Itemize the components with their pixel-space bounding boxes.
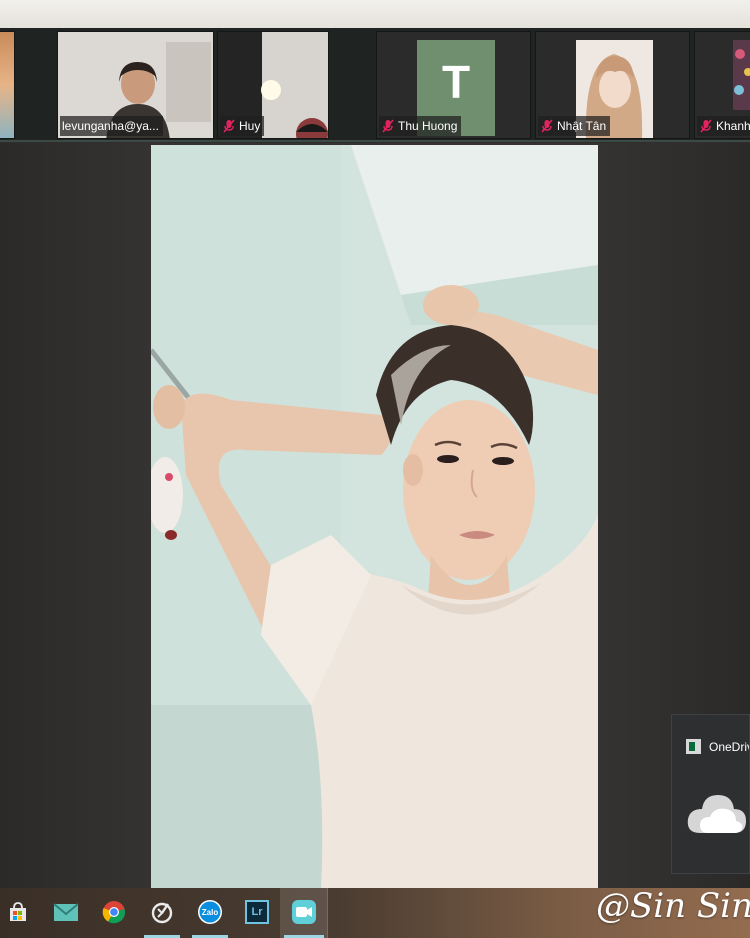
notification-app-name: OneDrive [709, 739, 749, 754]
lightroom-icon[interactable]: Lr [243, 898, 271, 926]
zoom-icon-graphic [292, 900, 316, 924]
participant-name: Thu Huong [379, 116, 462, 136]
mic-muted-icon [700, 119, 712, 133]
lightroom-label: Lr [251, 906, 263, 918]
mail-icon[interactable] [52, 898, 80, 926]
speaker-video-frame [151, 145, 598, 889]
onedrive-app-icon [686, 739, 701, 754]
active-speaker-video[interactable] [151, 145, 598, 889]
notification-header: OneDrive [686, 739, 749, 754]
chrome-icon[interactable] [100, 898, 128, 926]
participant-tile[interactable] [0, 31, 15, 139]
mic-muted-icon [223, 119, 235, 133]
participant-gallery: levunganha@ya... Huy T Thu Huong Nhật Tâ… [0, 28, 750, 142]
participant-name: Nhật Tân [538, 116, 611, 136]
mic-muted-icon [541, 119, 553, 133]
watermark-signature: @Sin Sin [596, 886, 750, 926]
zoom-icon[interactable] [290, 898, 318, 926]
participant-name: levunganha@ya... [60, 116, 163, 136]
zalo-label: Zalo [201, 907, 219, 917]
chrome-icon-graphic [102, 901, 126, 924]
participant-name: Khanh [697, 116, 750, 136]
participant-tile-nhat-tan[interactable]: Nhật Tân [535, 31, 690, 139]
participant-tile-khanh[interactable]: Khanh [694, 31, 750, 139]
participant-name: Huy [220, 116, 265, 136]
lightroom-tile: Lr [245, 900, 269, 924]
taskbar-divider [327, 888, 328, 938]
zalo-icon[interactable]: Zalo [196, 898, 224, 926]
participant-tile-huy[interactable]: Huy [217, 31, 329, 139]
participant-tile-levunganha[interactable]: levunganha@ya... [57, 31, 214, 139]
onedrive-notification[interactable]: OneDrive [671, 714, 750, 874]
participant-tile-thu-huong[interactable]: T Thu Huong [376, 31, 531, 139]
mic-muted-icon [382, 119, 394, 133]
photos-icon-graphic [151, 902, 173, 924]
onedrive-cloud-icon [687, 795, 746, 833]
window-top-strip [0, 0, 750, 28]
store-icon-graphic [10, 902, 26, 921]
photos-icon[interactable] [148, 898, 176, 926]
store-icon[interactable] [4, 898, 32, 926]
mail-icon-graphic [53, 903, 79, 921]
